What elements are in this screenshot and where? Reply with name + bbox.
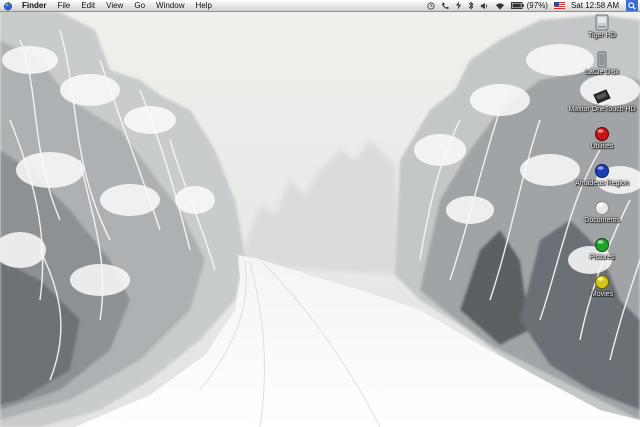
- bluetooth-icon[interactable]: [468, 1, 474, 10]
- desktop-icon-label: Maxtor OneTouch HD: [568, 106, 636, 113]
- apple-menu-icon[interactable]: [3, 1, 13, 11]
- menu-help[interactable]: Help: [195, 0, 211, 11]
- menu-view[interactable]: View: [106, 0, 123, 11]
- yellow-orb-folder-icon: [595, 275, 609, 289]
- menu-window[interactable]: Window: [156, 0, 184, 11]
- desktop-icon-pictures[interactable]: Pictures: [565, 237, 639, 262]
- desktop-icon-maxtor-onetouch-hd[interactable]: Maxtor OneTouch HD: [565, 89, 639, 114]
- desktop-icon-label: Pictures: [589, 254, 615, 261]
- desktop-icon-amadeus-region[interactable]: Amadeus Region: [565, 163, 639, 188]
- spotlight-icon[interactable]: [626, 0, 638, 11]
- desktop-icon-movies[interactable]: Movies: [565, 274, 639, 299]
- desktop-icon-label: Movies: [590, 291, 614, 298]
- red-orb-folder-icon: [595, 127, 609, 141]
- battery-icon: [510, 2, 524, 9]
- desktop-icon-label: LaCie Disk: [585, 69, 619, 76]
- script-icon[interactable]: [455, 1, 462, 10]
- battery-indicator[interactable]: (97%): [510, 0, 548, 11]
- input-menu-flag-icon[interactable]: [553, 2, 565, 9]
- desktop-icon-label: Amadeus Region: [575, 180, 629, 187]
- menu-bar: Finder File Edit View Go Window Help (97…: [0, 0, 640, 12]
- desktop-icon-lacie-disk[interactable]: LaCie Disk: [565, 51, 639, 77]
- desktop-wallpaper: [0, 0, 640, 427]
- external-drive-icon: [597, 51, 607, 68]
- blue-orb-folder-icon: [595, 164, 609, 178]
- white-orb-folder-icon: [595, 201, 609, 215]
- green-orb-folder-icon: [595, 238, 609, 252]
- desktop-icon-tiger-hd[interactable]: Tiger HD: [565, 14, 639, 40]
- time-machine-icon[interactable]: [427, 1, 435, 10]
- phone-icon[interactable]: [441, 2, 449, 10]
- menu-edit[interactable]: Edit: [81, 0, 95, 11]
- hard-drive-icon: [595, 14, 609, 31]
- menu-file[interactable]: File: [57, 0, 70, 11]
- desktop-icon-utilities[interactable]: Utilities: [565, 126, 639, 151]
- desktop-icon-label: Documents: [584, 217, 620, 224]
- desktop-icon-label: Utilities: [590, 143, 614, 150]
- volume-icon[interactable]: [480, 2, 489, 10]
- battery-percent: (97%): [526, 1, 548, 10]
- menu-go[interactable]: Go: [134, 0, 145, 11]
- external-drive-icon: [593, 89, 611, 104]
- menubar-clock[interactable]: Sat 12:58 AM: [571, 0, 619, 11]
- app-menu-finder[interactable]: Finder: [22, 0, 46, 11]
- wifi-icon[interactable]: [495, 2, 505, 10]
- desktop-icon-label: Tiger HD: [588, 32, 616, 39]
- desktop-icon-documents[interactable]: Documents: [565, 200, 639, 225]
